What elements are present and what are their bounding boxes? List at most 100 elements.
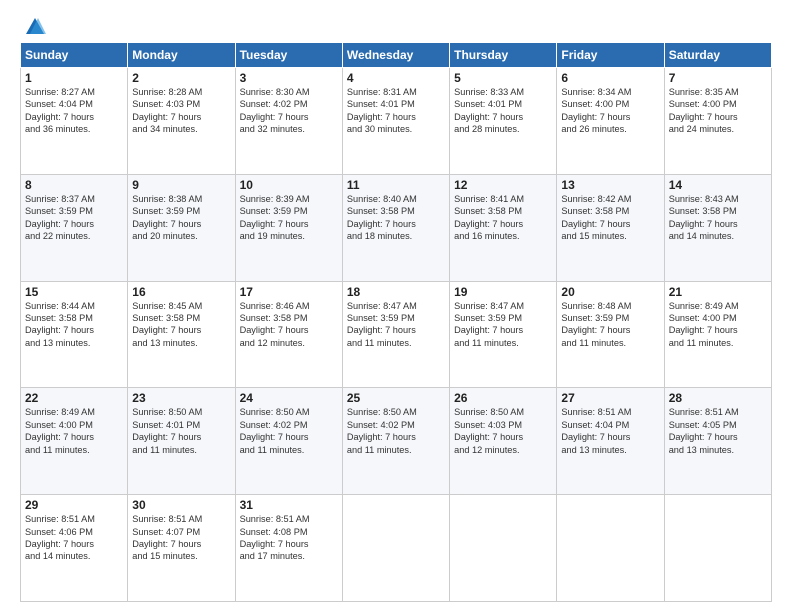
calendar-cell: 13Sunrise: 8:42 AMSunset: 3:58 PMDayligh…: [557, 174, 664, 281]
day-number: 3: [240, 71, 338, 85]
day-number: 29: [25, 498, 123, 512]
calendar-cell: [450, 495, 557, 602]
calendar-cell: 21 Sunrise: 8:49 AMSunset: 4:00 PMDayligh…: [664, 281, 771, 388]
day-info: Sunrise: 8:46 AMSunset: 3:58 PMDaylight:…: [240, 301, 310, 348]
calendar-cell: 7Sunrise: 8:35 AMSunset: 4:00 PMDaylight…: [664, 68, 771, 175]
day-info: Sunrise: 8:47 AMSunset: 3:59 PMDaylight:…: [347, 301, 417, 348]
day-info: Sunrise: 8:34 AMSunset: 4:00 PMDaylight:…: [561, 87, 631, 134]
calendar-week-0: 1 Sunrise: 8:27 AMSunset: 4:04 PMDaylight…: [21, 68, 772, 175]
day-info: Sunrise: 8:51 AMSunset: 4:08 PMDaylight:…: [240, 514, 310, 561]
day-number: 15: [25, 285, 123, 299]
calendar-cell: 4 Sunrise: 8:31 AMSunset: 4:01 PMDaylight…: [342, 68, 449, 175]
day-info: Sunrise: 8:43 AMSunset: 3:58 PMDaylight:…: [669, 194, 739, 241]
day-number: 9: [132, 178, 230, 192]
day-number: 18: [347, 285, 445, 299]
day-info: Sunrise: 8:44 AMSunset: 3:58 PMDaylight:…: [25, 301, 95, 348]
day-number: 13: [561, 178, 659, 192]
day-number: 25: [347, 391, 445, 405]
day-number: 27: [561, 391, 659, 405]
calendar-cell: 20 Sunrise: 8:48 AMSunset: 3:59 PMDayligh…: [557, 281, 664, 388]
day-number: 28: [669, 391, 767, 405]
day-info: Sunrise: 8:50 AMSunset: 4:03 PMDaylight:…: [454, 407, 524, 454]
day-info: Sunrise: 8:28 AMSunset: 4:03 PMDaylight:…: [132, 87, 202, 134]
day-info: Sunrise: 8:37 AMSunset: 3:59 PMDaylight:…: [25, 194, 95, 241]
day-info: Sunrise: 8:45 AMSunset: 3:58 PMDaylight:…: [132, 301, 202, 348]
day-number: 16: [132, 285, 230, 299]
calendar-cell: 16 Sunrise: 8:45 AMSunset: 3:58 PMDayligh…: [128, 281, 235, 388]
day-info: Sunrise: 8:35 AMSunset: 4:00 PMDaylight:…: [669, 87, 739, 134]
weekday-header-wednesday: Wednesday: [342, 43, 449, 68]
page: SundayMondayTuesdayWednesdayThursdayFrid…: [0, 0, 792, 612]
calendar-cell: 18 Sunrise: 8:47 AMSunset: 3:59 PMDayligh…: [342, 281, 449, 388]
calendar-cell: [342, 495, 449, 602]
day-info: Sunrise: 8:50 AMSunset: 4:02 PMDaylight:…: [347, 407, 417, 454]
day-info: Sunrise: 8:48 AMSunset: 3:59 PMDaylight:…: [561, 301, 631, 348]
day-number: 8: [25, 178, 123, 192]
calendar-cell: 10 Sunrise: 8:39 AMSunset: 3:59 PMDayligh…: [235, 174, 342, 281]
calendar-cell: 23Sunrise: 8:50 AMSunset: 4:01 PMDayligh…: [128, 388, 235, 495]
day-info: Sunrise: 8:49 AMSunset: 4:00 PMDaylight:…: [25, 407, 95, 454]
day-number: 19: [454, 285, 552, 299]
calendar-cell: 17Sunrise: 8:46 AMSunset: 3:58 PMDayligh…: [235, 281, 342, 388]
calendar-week-3: 22 Sunrise: 8:49 AMSunset: 4:00 PMDayligh…: [21, 388, 772, 495]
weekday-header-saturday: Saturday: [664, 43, 771, 68]
calendar-cell: 2 Sunrise: 8:28 AMSunset: 4:03 PMDaylight…: [128, 68, 235, 175]
day-number: 2: [132, 71, 230, 85]
day-info: Sunrise: 8:50 AMSunset: 4:02 PMDaylight:…: [240, 407, 310, 454]
day-info: Sunrise: 8:30 AMSunset: 4:02 PMDaylight:…: [240, 87, 310, 134]
weekday-header-tuesday: Tuesday: [235, 43, 342, 68]
day-info: Sunrise: 8:41 AMSunset: 3:58 PMDaylight:…: [454, 194, 524, 241]
weekday-header-friday: Friday: [557, 43, 664, 68]
calendar-cell: 6 Sunrise: 8:34 AMSunset: 4:00 PMDaylight…: [557, 68, 664, 175]
calendar-cell: 22 Sunrise: 8:49 AMSunset: 4:00 PMDayligh…: [21, 388, 128, 495]
day-number: 20: [561, 285, 659, 299]
day-number: 24: [240, 391, 338, 405]
day-info: Sunrise: 8:51 AMSunset: 4:07 PMDaylight:…: [132, 514, 202, 561]
day-number: 14: [669, 178, 767, 192]
calendar-cell: 27 Sunrise: 8:51 AMSunset: 4:04 PMDayligh…: [557, 388, 664, 495]
day-number: 1: [25, 71, 123, 85]
day-info: Sunrise: 8:39 AMSunset: 3:59 PMDaylight:…: [240, 194, 310, 241]
day-number: 10: [240, 178, 338, 192]
weekday-header-thursday: Thursday: [450, 43, 557, 68]
weekday-header-sunday: Sunday: [21, 43, 128, 68]
calendar-cell: 29 Sunrise: 8:51 AMSunset: 4:06 PMDayligh…: [21, 495, 128, 602]
day-info: Sunrise: 8:31 AMSunset: 4:01 PMDaylight:…: [347, 87, 417, 134]
calendar-cell: 24 Sunrise: 8:50 AMSunset: 4:02 PMDayligh…: [235, 388, 342, 495]
day-info: Sunrise: 8:51 AMSunset: 4:05 PMDaylight:…: [669, 407, 739, 454]
day-number: 31: [240, 498, 338, 512]
day-info: Sunrise: 8:51 AMSunset: 4:04 PMDaylight:…: [561, 407, 631, 454]
calendar-cell: 31 Sunrise: 8:51 AMSunset: 4:08 PMDayligh…: [235, 495, 342, 602]
calendar-cell: 30 Sunrise: 8:51 AMSunset: 4:07 PMDayligh…: [128, 495, 235, 602]
day-info: Sunrise: 8:49 AMSunset: 4:00 PMDaylight:…: [669, 301, 739, 348]
calendar-cell: 1 Sunrise: 8:27 AMSunset: 4:04 PMDaylight…: [21, 68, 128, 175]
logo: [20, 16, 46, 34]
day-number: 11: [347, 178, 445, 192]
calendar-table: SundayMondayTuesdayWednesdayThursdayFrid…: [20, 42, 772, 602]
day-number: 30: [132, 498, 230, 512]
calendar-cell: 9Sunrise: 8:38 AMSunset: 3:59 PMDaylight…: [128, 174, 235, 281]
logo-icon: [24, 16, 46, 38]
day-number: 26: [454, 391, 552, 405]
calendar-cell: 15 Sunrise: 8:44 AMSunset: 3:58 PMDayligh…: [21, 281, 128, 388]
day-number: 6: [561, 71, 659, 85]
day-number: 12: [454, 178, 552, 192]
calendar-cell: 11 Sunrise: 8:40 AMSunset: 3:58 PMDayligh…: [342, 174, 449, 281]
day-info: Sunrise: 8:33 AMSunset: 4:01 PMDaylight:…: [454, 87, 524, 134]
day-info: Sunrise: 8:47 AMSunset: 3:59 PMDaylight:…: [454, 301, 524, 348]
day-info: Sunrise: 8:51 AMSunset: 4:06 PMDaylight:…: [25, 514, 95, 561]
calendar-cell: 8 Sunrise: 8:37 AMSunset: 3:59 PMDaylight…: [21, 174, 128, 281]
calendar-cell: [557, 495, 664, 602]
calendar-cell: 12 Sunrise: 8:41 AMSunset: 3:58 PMDayligh…: [450, 174, 557, 281]
day-number: 21: [669, 285, 767, 299]
day-number: 22: [25, 391, 123, 405]
calendar-cell: 28 Sunrise: 8:51 AMSunset: 4:05 PMDayligh…: [664, 388, 771, 495]
calendar-week-4: 29 Sunrise: 8:51 AMSunset: 4:06 PMDayligh…: [21, 495, 772, 602]
calendar-cell: 14 Sunrise: 8:43 AMSunset: 3:58 PMDayligh…: [664, 174, 771, 281]
day-number: 4: [347, 71, 445, 85]
day-info: Sunrise: 8:27 AMSunset: 4:04 PMDaylight:…: [25, 87, 95, 134]
day-info: Sunrise: 8:50 AMSunset: 4:01 PMDaylight:…: [132, 407, 202, 454]
day-info: Sunrise: 8:40 AMSunset: 3:58 PMDaylight:…: [347, 194, 417, 241]
calendar-week-1: 8 Sunrise: 8:37 AMSunset: 3:59 PMDaylight…: [21, 174, 772, 281]
calendar-cell: 26 Sunrise: 8:50 AMSunset: 4:03 PMDayligh…: [450, 388, 557, 495]
